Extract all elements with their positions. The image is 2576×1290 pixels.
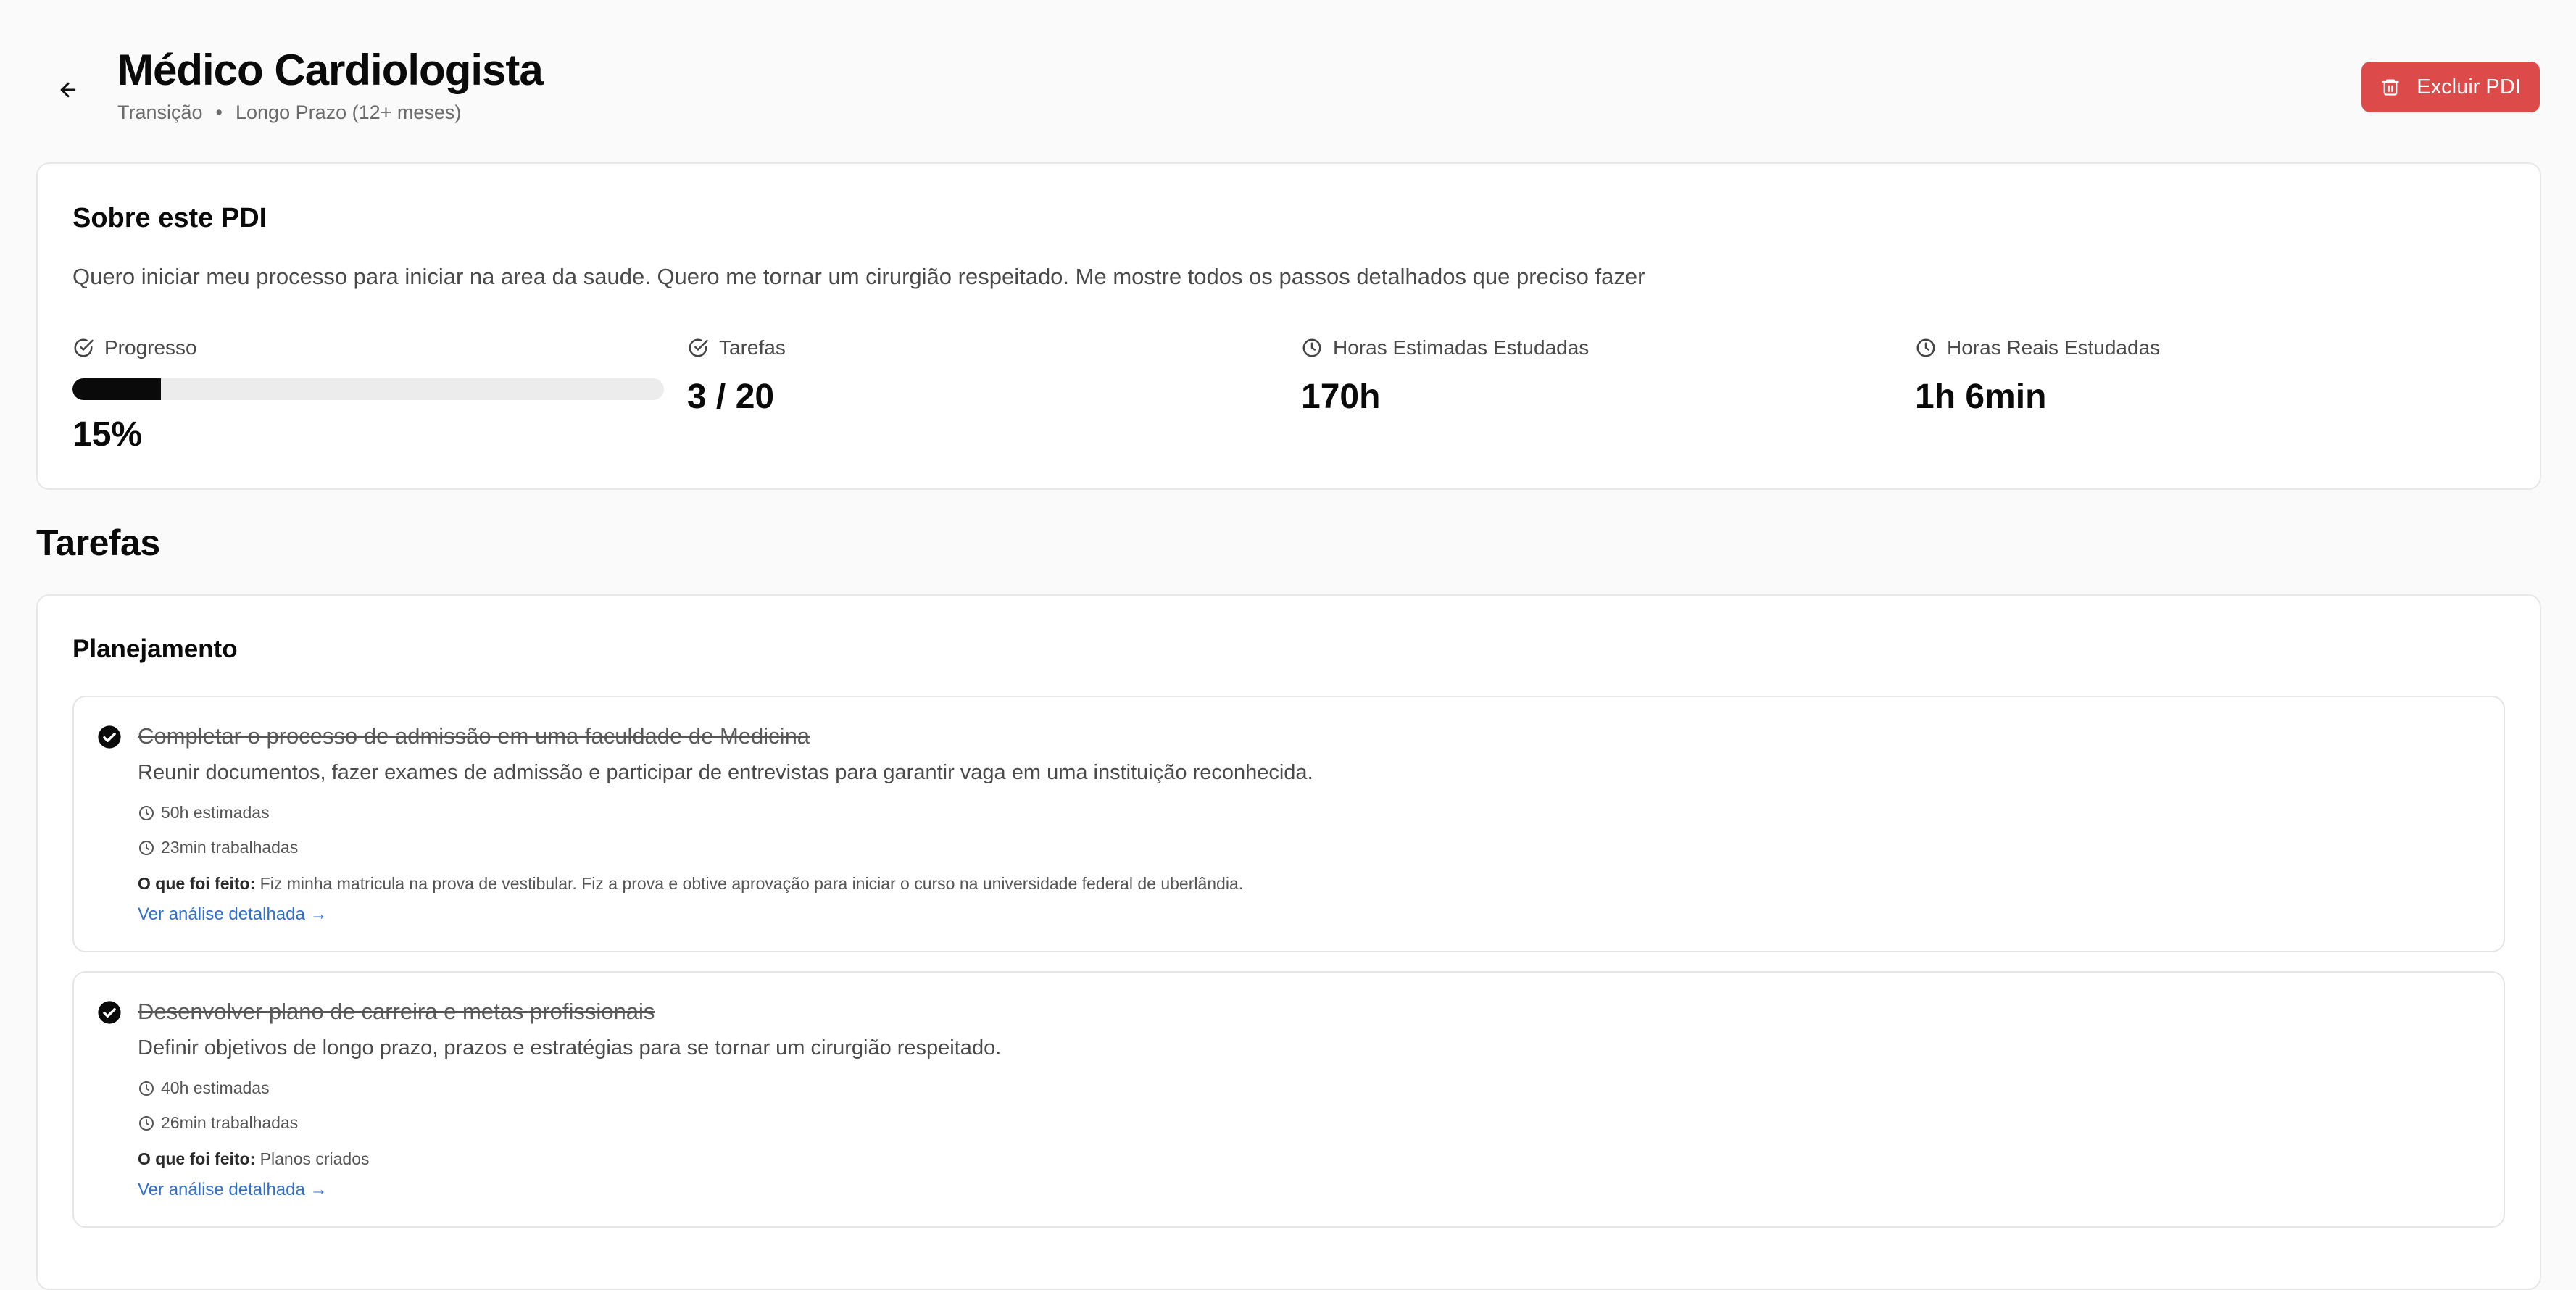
- task-description: Reunir documentos, fazer exames de admis…: [138, 761, 1313, 784]
- about-description: Quero iniciar meu processo para iniciar …: [72, 264, 1645, 289]
- page-title: Médico Cardiologista: [117, 46, 544, 94]
- task-item[interactable]: Desenvolver plano de carreira e metas pr…: [72, 971, 2505, 1228]
- clock-icon: [139, 1081, 154, 1096]
- progress-bar: [72, 378, 664, 400]
- clock-icon: [139, 1115, 154, 1131]
- separator-dot: •: [215, 101, 223, 123]
- pdi-type: Transição: [117, 101, 203, 123]
- tasks-section-title: Tarefas: [36, 523, 160, 563]
- task-estimated-label: 40h estimadas: [161, 1078, 270, 1097]
- delete-pdi-label: Excluir PDI: [2417, 75, 2521, 99]
- progress-bar-fill: [72, 378, 162, 400]
- check-circle-icon: [689, 338, 708, 357]
- tasks-group-card: Planejamento Completar o processo de adm…: [36, 594, 2541, 1290]
- task-detail-link[interactable]: Ver análise detalhada →: [138, 1180, 328, 1200]
- task-worked: 26min trabalhadas: [138, 1113, 298, 1133]
- stat-progress-label: Progresso: [104, 336, 197, 359]
- clock-icon: [139, 805, 154, 820]
- task-worked-label: 26min trabalhadas: [161, 1113, 299, 1132]
- page-header: Médico Cardiologista Transição • Longo P…: [36, 43, 2540, 138]
- task-worked-label: 23min trabalhadas: [161, 838, 299, 857]
- task-estimated-label: 50h estimadas: [161, 803, 270, 822]
- task-done-text: Fiz minha matricula na prova de vestibul…: [259, 874, 1244, 893]
- clock-icon: [1302, 338, 1321, 357]
- stat-actual-hours: Horas Reais Estudadas 1h 6min: [1915, 333, 2509, 417]
- delete-pdi-button[interactable]: Excluir PDI: [2361, 62, 2540, 112]
- checked-filled-icon[interactable]: [97, 725, 122, 749]
- task-estimated: 50h estimadas: [138, 803, 270, 823]
- page-subtitle: Transição • Longo Prazo (12+ meses): [117, 101, 461, 124]
- stat-progress: Progresso 15%: [72, 333, 667, 454]
- trash-icon: [2382, 79, 2399, 96]
- stat-actual-value: 1h 6min: [1915, 378, 2047, 416]
- task-done-note: O que foi feito: Fiz minha matricula na …: [138, 874, 1243, 894]
- task-title: Completar o processo de admissão em uma …: [138, 723, 810, 749]
- about-card: Sobre este PDI Quero iniciar meu process…: [36, 162, 2541, 490]
- task-item[interactable]: Completar o processo de admissão em uma …: [72, 696, 2505, 952]
- clock-icon: [139, 840, 154, 855]
- task-done-note: O que foi feito: Planos criados: [138, 1149, 370, 1169]
- stat-estimated-label: Horas Estimadas Estudadas: [1333, 336, 1590, 359]
- task-detail-link[interactable]: Ver análise detalhada →: [138, 904, 328, 925]
- stat-tasks: Tarefas 3 / 20: [687, 333, 1281, 417]
- check-circle-icon: [74, 338, 94, 357]
- stat-tasks-value: 3 / 20: [687, 378, 775, 416]
- about-title: Sobre este PDI: [72, 203, 267, 233]
- stat-actual-label: Horas Reais Estudadas: [1947, 336, 2161, 359]
- task-done-text: Planos criados: [259, 1149, 370, 1168]
- back-button[interactable]: [48, 70, 88, 110]
- task-estimated: 40h estimadas: [138, 1078, 270, 1098]
- checked-filled-icon[interactable]: [97, 1000, 122, 1025]
- arrow-left-icon: [60, 82, 76, 98]
- clock-icon: [1916, 338, 1935, 357]
- stat-tasks-label: Tarefas: [719, 336, 786, 359]
- stat-estimated-hours: Horas Estimadas Estudadas 170h: [1301, 333, 1895, 417]
- task-done-prefix: O que foi feito:: [138, 874, 256, 893]
- stat-progress-value: 15%: [72, 415, 143, 454]
- pdi-detail-page: Médico Cardiologista Transição • Longo P…: [0, 0, 2576, 1290]
- stat-estimated-value: 170h: [1301, 378, 1381, 416]
- pdi-term: Longo Prazo (12+ meses): [236, 101, 462, 123]
- task-description: Definir objetivos de longo prazo, prazos…: [138, 1036, 1002, 1060]
- group-title: Planejamento: [72, 635, 238, 663]
- task-title: Desenvolver plano de carreira e metas pr…: [138, 999, 655, 1024]
- task-done-prefix: O que foi feito:: [138, 1149, 256, 1168]
- task-worked: 23min trabalhadas: [138, 838, 298, 857]
